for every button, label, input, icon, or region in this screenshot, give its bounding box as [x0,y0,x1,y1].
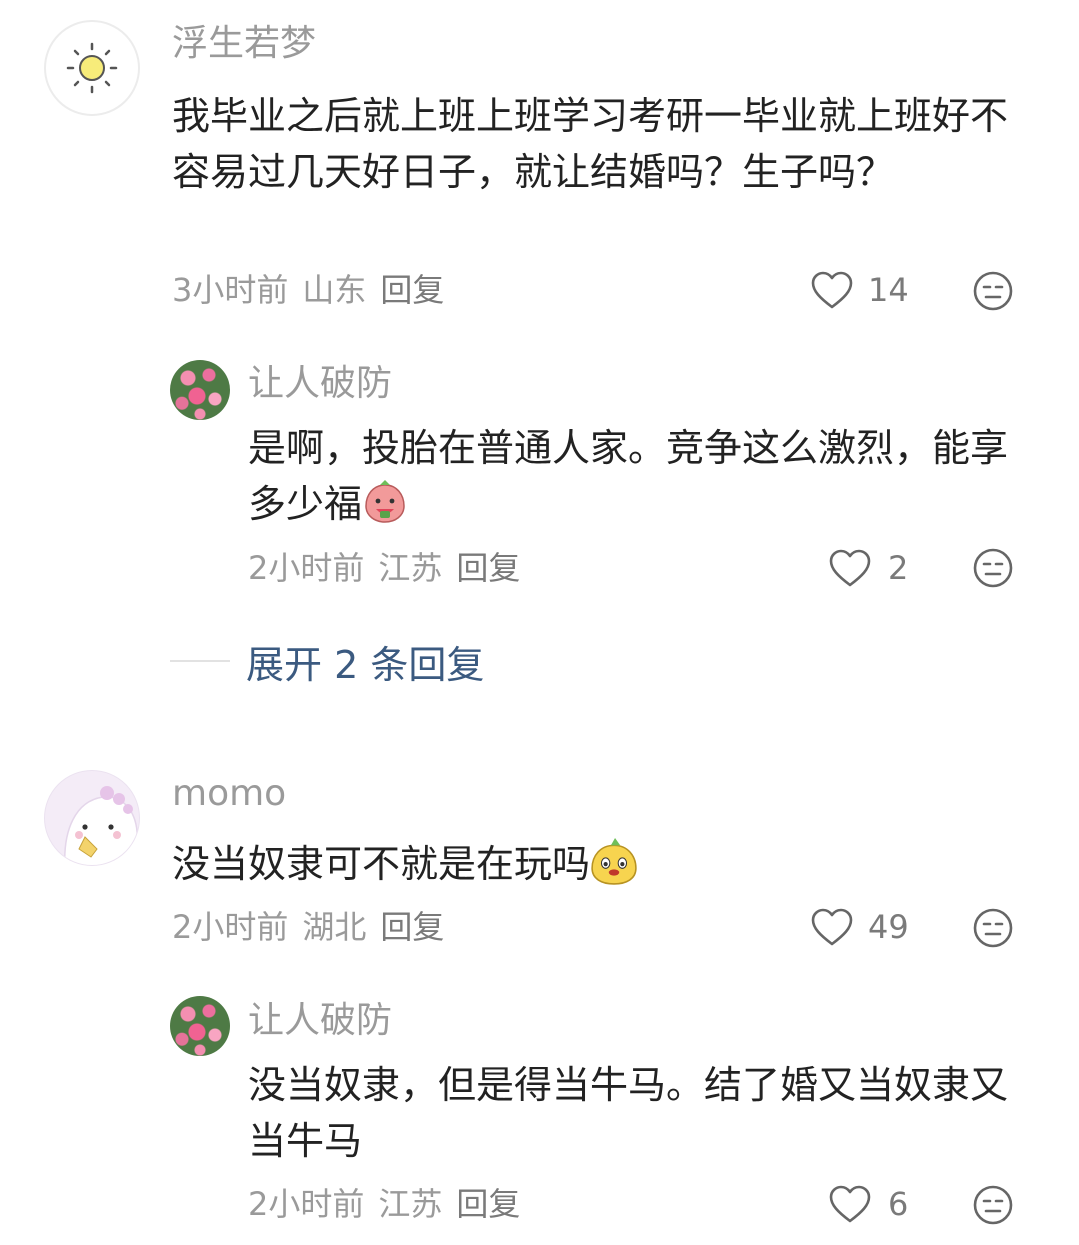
heart-icon [829,1185,871,1223]
like-count: 2 [888,549,909,587]
comment-author[interactable]: 浮生若梦 [172,22,316,66]
like-button[interactable]: 49 [810,905,909,949]
reply-time: 2小时前 [248,1185,365,1223]
reply-author[interactable]: 让人破防 [248,362,392,406]
dislike-button[interactable] [972,907,1014,949]
strawberry-sticker-emoji [365,480,405,523]
divider [170,660,230,662]
reply-text: 是啊，投胎在普通人家。竞争这么激烈，能享多少福 [248,420,1018,532]
comment-text-content: 没当奴隶可不就是在玩吗 [172,842,591,886]
reply-location: 江苏 [378,549,443,587]
like-button[interactable]: 6 [828,1182,908,1226]
comment-location: 山东 [302,271,367,309]
comment-item: 浮生若梦 我毕业之后就上班上班学习考研一毕业就上班好不容易过几天好日子，就让结婚… [0,0,1079,1245]
reply-meta: 2小时前 江苏 回复 [248,1184,534,1224]
like-button[interactable]: 2 [828,546,908,590]
heart-icon [829,549,871,587]
reply-text: 没当奴隶，但是得当牛马。结了婚又当奴隶又当牛马 [248,1063,1009,1163]
comment-meta: 3小时前 山东 回复 [172,270,458,310]
reply-button[interactable]: 回复 [380,908,444,946]
avatar[interactable] [44,20,140,116]
comment-text: 没当奴隶可不就是在玩吗 [172,836,1022,892]
comment-meta: 2小时前 湖北 回复 [172,907,458,947]
like-count: 49 [868,908,909,946]
reply-author[interactable]: 让人破防 [248,999,392,1043]
heart-icon [811,908,853,946]
neutral-face-icon [973,1185,1013,1225]
neutral-face-icon [973,548,1013,588]
reply-button[interactable]: 回复 [456,549,520,587]
avatar[interactable] [170,996,230,1056]
like-count: 14 [868,271,909,309]
reply-time: 2小时前 [248,549,365,587]
comment-location: 湖北 [302,908,367,946]
comment-text: 我毕业之后就上班上班学习考研一毕业就上班好不容易过几天好日子，就让结婚吗？生子吗… [172,94,1009,194]
like-count: 6 [888,1185,909,1223]
avatar[interactable] [170,360,230,420]
avatar[interactable] [44,770,140,866]
dino-avatar-icon [64,786,138,865]
reply-location: 江苏 [378,1185,443,1223]
expand-replies-button[interactable]: 展开 2 条回复 [170,636,485,687]
sun-icon [66,42,118,94]
like-button[interactable]: 14 [810,268,909,312]
comment-time: 3小时前 [172,271,289,309]
reply-meta: 2小时前 江苏 回复 [248,548,534,588]
reply-button[interactable]: 回复 [380,271,444,309]
heart-icon [811,271,853,309]
neutral-face-icon [973,271,1013,311]
dislike-button[interactable] [972,270,1014,312]
dislike-button[interactable] [972,547,1014,589]
yellow-blob-sticker-emoji [591,838,637,885]
reply-button[interactable]: 回复 [456,1185,520,1223]
comment-author[interactable]: momo [172,772,286,816]
expand-replies-label: 展开 2 条回复 [246,642,485,687]
neutral-face-icon [973,908,1013,948]
comment-time: 2小时前 [172,908,289,946]
dislike-button[interactable] [972,1184,1014,1226]
